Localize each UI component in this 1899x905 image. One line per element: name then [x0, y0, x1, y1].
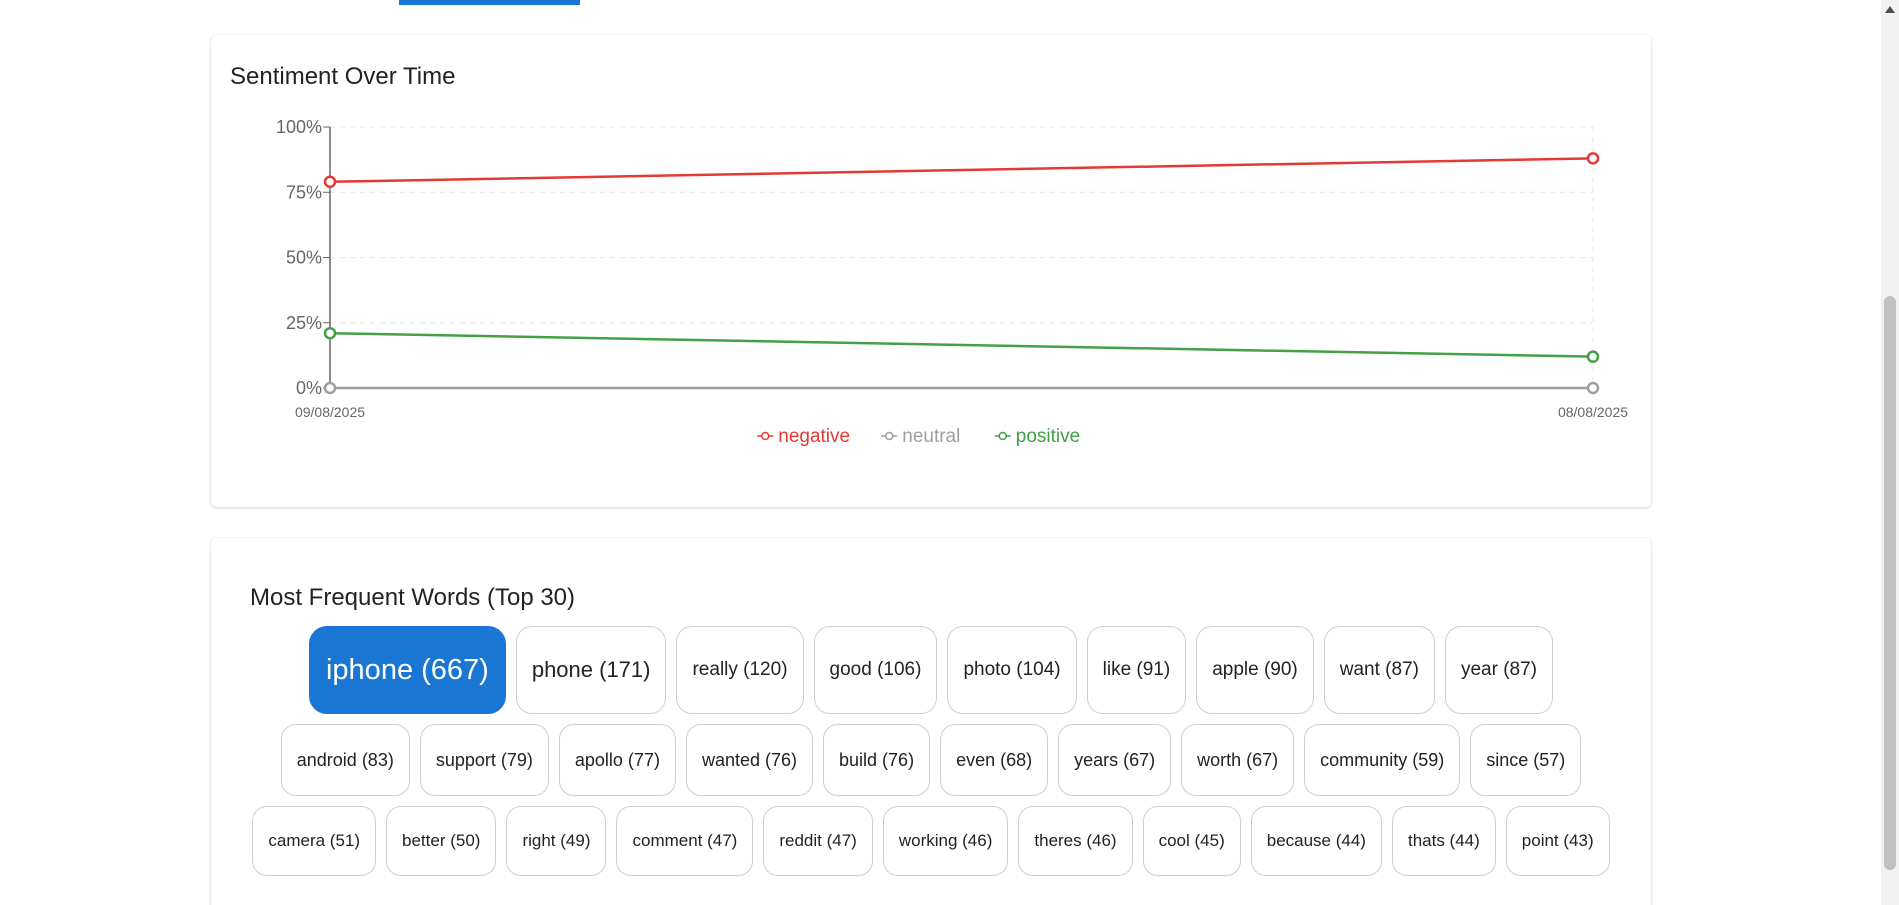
legend-label-negative: negative — [778, 426, 850, 447]
data-point-negative — [1586, 152, 1600, 165]
word-chip[interactable]: working (46) — [882, 806, 1009, 876]
scrollbar-thumb[interactable] — [1884, 296, 1896, 870]
legend-marker-neutral — [885, 431, 894, 441]
sentiment-chart-card: Sentiment Over Time 0% 25% 50% 75% 100% 09/08… — [211, 35, 1651, 507]
word-row-2: android (83) support (79) apollo (77) wa… — [211, 724, 1651, 796]
data-point-neutral — [323, 381, 337, 395]
sentiment-line-chart: 0% 25% 50% 75% 100% 09/08/2025 08/08/2025 negat… — [276, 117, 1628, 447]
word-chip[interactable]: right (49) — [506, 806, 607, 876]
word-chip[interactable]: apple (90) — [1196, 626, 1314, 714]
word-chip[interactable]: theres (46) — [1018, 806, 1133, 876]
series-line-positive — [329, 331, 1594, 358]
x-tick-label: 08/08/2025 — [1558, 404, 1628, 420]
active-tab-indicator — [399, 0, 580, 5]
data-point-positive — [323, 326, 337, 340]
word-chip[interactable]: build (76) — [823, 724, 931, 796]
word-chip[interactable]: cool (45) — [1142, 806, 1241, 876]
y-tick-label: 50% — [286, 248, 322, 268]
word-chip[interactable]: even (68) — [940, 724, 1049, 796]
y-tick-label: 75% — [286, 182, 322, 202]
scroll-up-arrow-icon[interactable] — [1885, 6, 1895, 13]
frequent-words-card: Most Frequent Words (Top 30) iphone (667… — [211, 538, 1651, 905]
legend-marker-positive — [998, 431, 1007, 441]
word-chip[interactable]: phone (171) — [515, 626, 667, 714]
series-line-negative — [329, 157, 1594, 184]
word-chip[interactable]: thats (44) — [1391, 806, 1496, 876]
word-chip[interactable]: comment (47) — [616, 806, 754, 876]
data-point-neutral — [1586, 381, 1600, 395]
word-chip[interactable]: year (87) — [1444, 626, 1553, 714]
legend-marker-negative — [761, 431, 770, 441]
legend-label-neutral: neutral — [902, 426, 960, 447]
word-chip[interactable]: really (120) — [676, 626, 804, 714]
legend-label-positive: positive — [1016, 426, 1080, 447]
words-title: Most Frequent Words (Top 30) — [250, 584, 576, 611]
page-scrollbar[interactable] — [1881, 0, 1899, 905]
word-chip[interactable]: community (59) — [1304, 724, 1461, 796]
word-chip[interactable]: android (83) — [280, 724, 410, 796]
y-tick-label: 100% — [276, 117, 322, 137]
word-chip[interactable]: want (87) — [1323, 626, 1435, 714]
word-chip[interactable]: apollo (77) — [558, 724, 676, 796]
word-chip[interactable]: since (57) — [1470, 724, 1582, 796]
word-chip[interactable]: iphone (667) — [308, 626, 506, 714]
word-chip[interactable]: photo (104) — [947, 626, 1077, 714]
word-chip[interactable]: because (44) — [1250, 806, 1382, 876]
word-chip[interactable]: support (79) — [419, 724, 549, 796]
word-chip[interactable]: like (91) — [1086, 626, 1187, 714]
word-row-1: iphone (667) phone (171) really (120) go… — [211, 626, 1651, 714]
word-chip[interactable]: worth (67) — [1181, 724, 1295, 796]
word-row-3: camera (51) better (50) right (49) comme… — [211, 806, 1651, 876]
word-chip[interactable]: camera (51) — [252, 806, 377, 876]
word-chip[interactable]: reddit (47) — [763, 806, 873, 876]
word-chip[interactable]: good (106) — [813, 626, 938, 714]
word-chip[interactable]: better (50) — [386, 806, 497, 876]
x-tick-label: 09/08/2025 — [295, 404, 365, 420]
y-tick-label: 0% — [296, 378, 322, 398]
data-point-positive — [1586, 350, 1600, 363]
y-tick-label: 25% — [286, 313, 322, 333]
data-point-negative — [323, 175, 337, 189]
word-chip[interactable]: wanted (76) — [685, 724, 814, 796]
word-cloud: iphone (667) phone (171) really (120) go… — [211, 626, 1651, 886]
word-chip[interactable]: years (67) — [1058, 724, 1172, 796]
word-chip[interactable]: point (43) — [1505, 806, 1610, 876]
